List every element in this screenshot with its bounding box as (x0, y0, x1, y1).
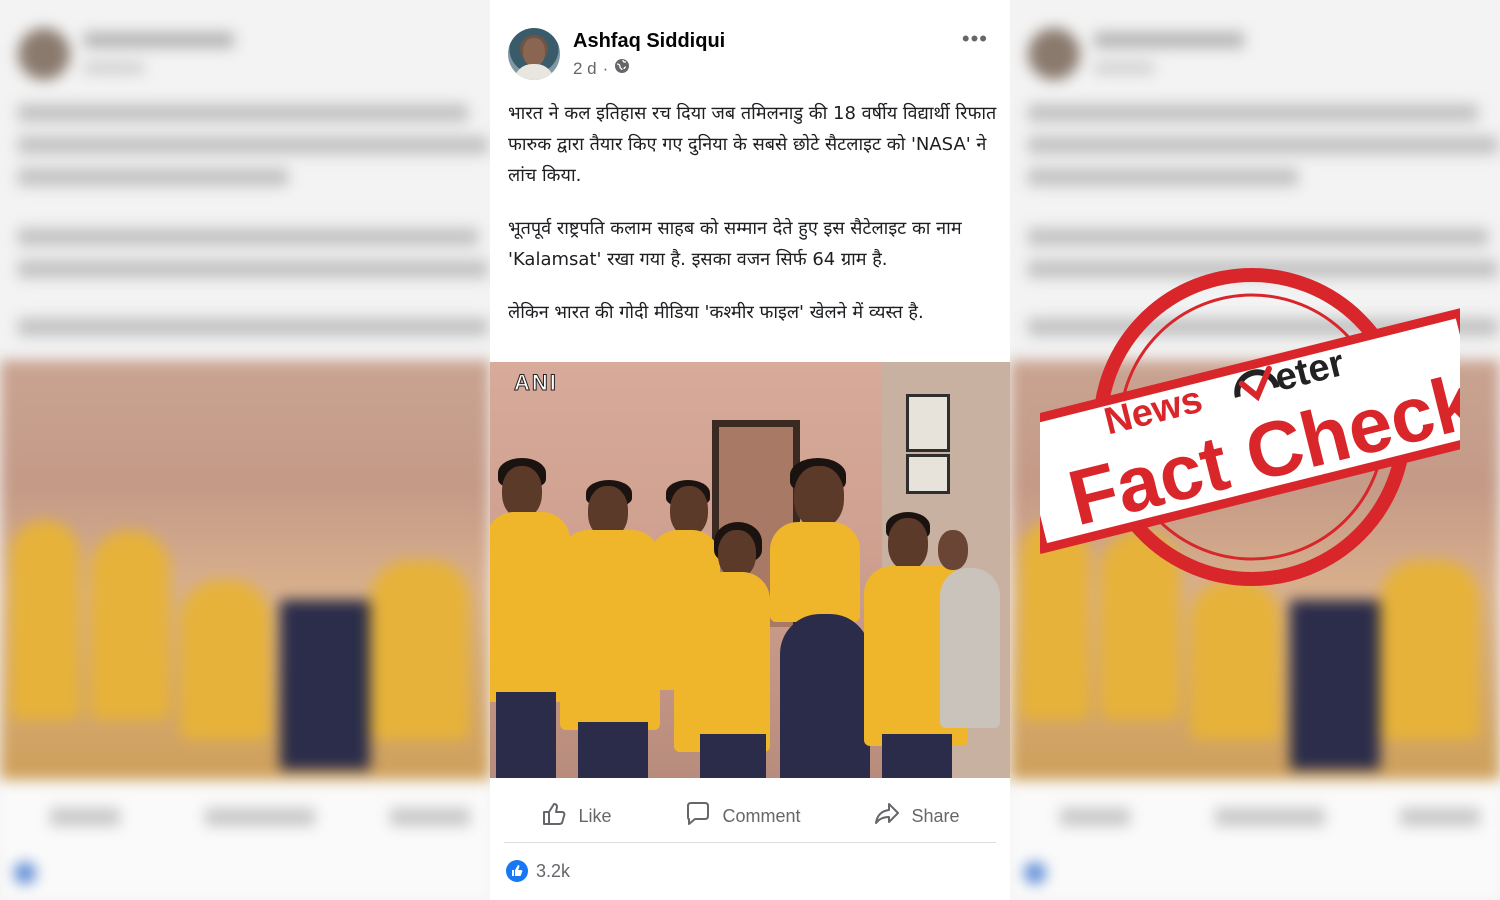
facebook-post: Ashfaq Siddiqui 2 d · ••• भारत ने कल इति… (490, 0, 1010, 900)
post-action-bar: Like Comment Share (504, 790, 996, 843)
post-time[interactable]: 2 d (573, 59, 597, 79)
post-paragraph: लेकिन भारत की गोदी मीडिया 'कश्मीर फाइल' … (508, 302, 924, 323)
share-label: Share (911, 805, 960, 826)
thumbs-up-icon (540, 800, 568, 833)
ani-watermark: ANI (514, 370, 558, 396)
blurred-background-left (0, 0, 490, 900)
comment-button[interactable]: Comment (666, 794, 818, 839)
post-text: भारत ने कल इतिहास रच दिया जब तमिलनाडु की… (508, 98, 998, 350)
author-avatar[interactable] (508, 28, 560, 80)
post-paragraph: भूतपूर्व राष्ट्रपति कलाम साहब को सम्मान … (508, 218, 962, 270)
like-button[interactable]: Like (522, 794, 629, 839)
comment-icon (684, 800, 712, 833)
author-name[interactable]: Ashfaq Siddiqui (573, 30, 725, 53)
share-icon (873, 800, 901, 833)
comment-label: Comment (722, 805, 801, 826)
post-photo[interactable]: ANI (490, 362, 1010, 778)
globe-icon (614, 58, 630, 79)
reaction-summary[interactable]: 3.2k (506, 860, 570, 882)
more-options-icon[interactable]: ••• (962, 26, 988, 52)
post-paragraph: भारत ने कल इतिहास रच दिया जब तमिलनाडु की… (508, 103, 997, 186)
like-reaction-icon (506, 860, 528, 882)
fact-check-stamp: News eter Fact Check (1007, 255, 1496, 595)
share-button[interactable]: Share (855, 794, 977, 839)
reaction-count: 3.2k (536, 860, 571, 881)
post-meta: 2 d · (573, 58, 630, 79)
like-label: Like (578, 805, 612, 826)
